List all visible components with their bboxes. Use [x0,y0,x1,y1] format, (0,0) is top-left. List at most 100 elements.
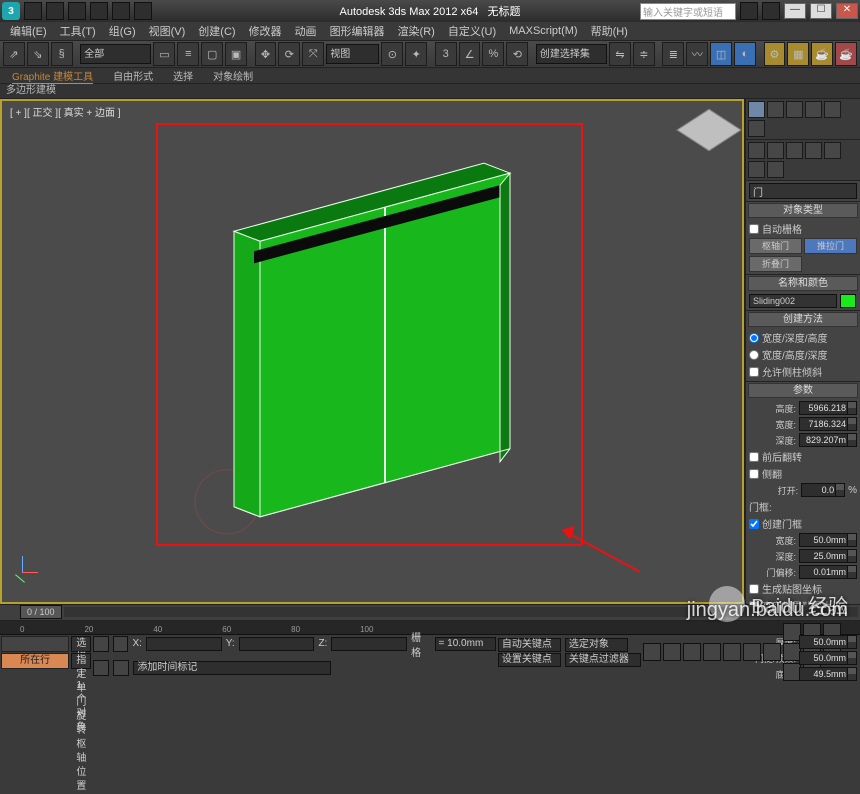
rollout-header[interactable]: 参数 [748,383,858,398]
align-icon[interactable]: ≑ [633,42,655,66]
geometry-category-dropdown[interactable]: 门 [749,183,857,199]
close-button[interactable]: ✕ [836,3,858,19]
help-search-input[interactable]: 输入关键字或短语 [640,3,736,20]
open-spinner[interactable]: 0.0 [801,483,845,497]
menu-script[interactable]: MAXScript(M) [503,25,583,37]
macro-recorder-button[interactable]: 所在行 [1,653,69,669]
type-bifold-door-button[interactable]: 折叠门 [749,256,802,272]
layer-icon[interactable]: ≣ [662,42,684,66]
qat-redo-icon[interactable] [134,2,152,20]
app-logo-icon[interactable]: 3 [2,2,20,20]
render-setup-icon[interactable]: ⚙ [764,42,786,66]
viewport[interactable]: [ + ][ 正交 ][ 真实 + 边面 ] [2,101,742,602]
menu-tools[interactable]: 工具(T) [54,23,102,39]
move-icon[interactable]: ✥ [255,42,277,66]
bind-icon[interactable]: § [51,42,73,66]
play-icon[interactable] [683,643,701,661]
door-offset-spinner[interactable]: 0.01mm [799,565,857,579]
qat-save-icon[interactable] [90,2,108,20]
ribbon-tab-freeform[interactable]: 自由形式 [113,68,153,83]
scene-object[interactable] [2,101,742,602]
autokey-button[interactable]: 自动关键点 [498,638,561,652]
type-pivot-door-button[interactable]: 枢轴门 [749,238,802,254]
curve-editor-icon[interactable]: 〰 [686,42,708,66]
allow-tilt-checkbox[interactable] [749,367,759,377]
sub-systems-icon[interactable] [767,161,784,178]
schematic-icon[interactable]: ◫ [710,42,732,66]
infocenter-icon[interactable] [740,2,758,20]
select-name-icon[interactable]: ≡ [177,42,199,66]
autogrid-checkbox[interactable] [749,224,759,234]
object-color-swatch[interactable] [840,294,856,308]
maxscript-mini-listener[interactable] [1,636,69,652]
rollout-header[interactable]: 对象类型 [748,203,858,218]
goto-end-icon[interactable] [723,643,741,661]
qat-open-icon[interactable] [68,2,86,20]
tab-create-icon[interactable] [748,101,765,118]
scale-icon[interactable]: ⤧ [302,42,324,66]
goto-start-icon[interactable] [643,643,661,661]
menu-custom[interactable]: 自定义(U) [442,23,502,39]
time-tag-icon[interactable] [113,660,129,676]
maximize-button[interactable]: ☐ [810,3,832,19]
qat-new-icon[interactable] [46,2,64,20]
sub-geometry-icon[interactable] [748,142,765,159]
percent-snap-icon[interactable]: % [482,42,504,66]
lock-selection-icon[interactable] [93,636,109,652]
rollout-header[interactable]: 创建方法 [748,312,858,327]
menu-views[interactable]: 视图(V) [143,23,192,39]
pivot-icon[interactable]: ⊙ [381,42,403,66]
render-frame-icon[interactable]: ▦ [787,42,809,66]
menu-render[interactable]: 渲染(R) [392,23,441,39]
ribbon-tab-paint[interactable]: 对象绘制 [213,68,253,83]
tab-utility-icon[interactable] [748,120,765,137]
selection-filter[interactable]: 全部 [80,44,151,64]
select-icon[interactable]: ▭ [153,42,175,66]
add-time-tag[interactable]: 添加时间标记 [133,661,331,675]
render-prod-icon[interactable]: ☕ [835,42,857,66]
tab-modify-icon[interactable] [767,101,784,118]
wdh-radio[interactable] [749,333,759,343]
thickness-spinner[interactable]: 50.0mm [799,635,857,649]
time-thumb[interactable]: 0 / 100 [20,605,62,619]
menu-help[interactable]: 帮助(H) [585,23,634,39]
manip-icon[interactable]: ✦ [405,42,427,66]
menu-anim[interactable]: 动画 [289,23,323,39]
named-selection-dropdown[interactable]: 创建选择集 [536,44,607,64]
tab-motion-icon[interactable] [805,101,822,118]
frame-depth-spinner[interactable]: 25.0mm [799,549,857,563]
key-mode-icon[interactable] [743,643,761,661]
depth-spinner[interactable]: 829.207m [799,433,857,447]
selected-only[interactable]: 选定对象 [565,638,628,652]
frame-width-spinner[interactable]: 50.0mm [799,533,857,547]
create-frame-checkbox[interactable] [749,519,759,529]
sub-space-icon[interactable] [748,161,765,178]
rollout-header[interactable]: 名称和颜色 [748,276,858,291]
ribbon-tab-graphite[interactable]: Graphite 建模工具 [12,68,93,84]
spinner-snap-icon[interactable]: ⟲ [506,42,528,66]
mirror-icon[interactable]: ⇋ [609,42,631,66]
qat-undo-icon[interactable] [112,2,130,20]
minimize-button[interactable]: — [784,3,806,19]
width-spinner[interactable]: 7186.324 [799,417,857,431]
link-icon[interactable]: ⇗ [3,42,25,66]
menu-graph[interactable]: 图形编辑器 [324,23,391,39]
menu-mod[interactable]: 修改器 [243,23,288,39]
setkey-button[interactable]: 设置关键点 [498,653,561,667]
next-frame-icon[interactable] [703,643,721,661]
key-filters-button[interactable]: 关键点过滤器 [565,653,641,667]
menu-edit[interactable]: 编辑(E) [4,23,53,39]
favorites-icon[interactable] [762,2,780,20]
prev-frame-icon[interactable] [663,643,681,661]
isolate-icon[interactable] [93,660,109,676]
rotate-icon[interactable]: ⟳ [278,42,300,66]
unlink-icon[interactable]: ⇘ [27,42,49,66]
coord-y-input[interactable] [239,637,315,651]
material-editor-icon[interactable]: ◐ [734,42,756,66]
window-crossing-icon[interactable]: ▣ [225,42,247,66]
object-name-input[interactable]: Sliding002 [749,294,837,308]
sub-helpers-icon[interactable] [824,142,841,159]
coord-x-input[interactable] [146,637,222,651]
abs-rel-icon[interactable] [113,636,129,652]
type-sliding-door-button[interactable]: 推拉门 [804,238,857,254]
